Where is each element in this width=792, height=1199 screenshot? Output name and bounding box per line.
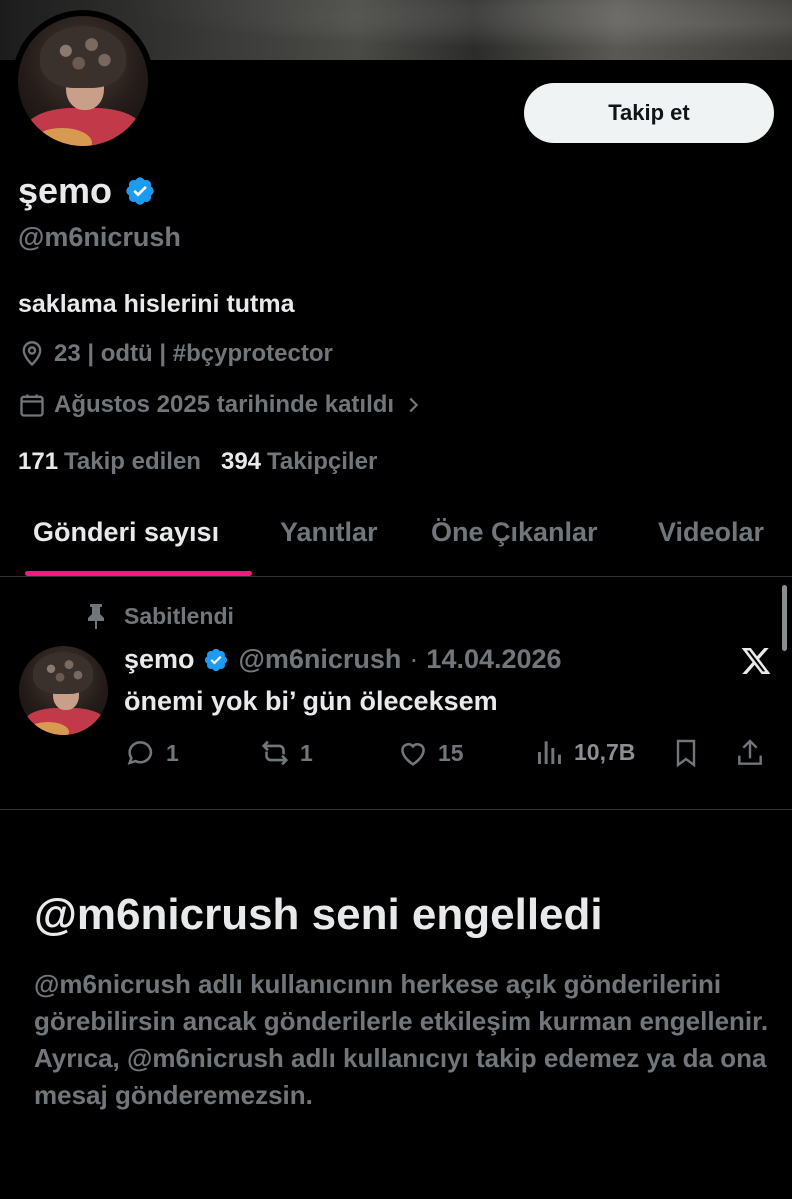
repost-count: 1 xyxy=(300,739,313,766)
followers-link[interactable]: 394 Takipçiler xyxy=(221,448,377,476)
name-row: şemo xyxy=(18,170,156,212)
share-button[interactable] xyxy=(734,736,766,770)
profile-tabs: Gönderi sayısı Yanıtlar Öne Çıkanlar Vid… xyxy=(0,505,792,577)
location-row: 23 | odtü | #bçyprotector xyxy=(18,340,333,368)
tab-posts[interactable]: Gönderi sayısı xyxy=(33,517,219,548)
post-text: önemi yok bi’ gün öleceksem xyxy=(124,686,498,716)
post-date[interactable]: 14.04.2026 xyxy=(426,644,561,675)
share-icon xyxy=(738,739,762,765)
tab-replies[interactable]: Yanıtlar xyxy=(280,517,378,548)
profile-bio: saklama hislerini tutma xyxy=(18,290,295,318)
section-divider xyxy=(0,809,792,810)
post-author-handle[interactable]: @m6nicrush xyxy=(239,644,402,675)
blocked-title: @m6nicrush seni engelledi xyxy=(34,890,603,939)
views-button[interactable]: 10,7B xyxy=(534,736,635,768)
following-label: Takip edilen xyxy=(64,448,201,475)
active-tab-indicator xyxy=(25,571,252,576)
reply-count: 1 xyxy=(166,739,179,766)
post-author-name[interactable]: şemo xyxy=(124,644,195,675)
post-avatar[interactable] xyxy=(19,646,108,735)
reply-button[interactable]: 1 xyxy=(124,736,179,770)
joined-text: Ağustos 2025 tarihinde katıldı xyxy=(54,391,395,418)
tab-highlights[interactable]: Öne Çıkanlar xyxy=(431,517,598,548)
display-name: şemo xyxy=(18,170,113,211)
views-icon xyxy=(538,741,561,764)
repost-button[interactable]: 1 xyxy=(258,736,313,770)
post-actions: 1 1 15 10,7B xyxy=(124,736,774,776)
following-link[interactable]: 171 Takip edilen xyxy=(18,448,201,476)
profile-handle: @m6nicrush xyxy=(18,222,181,252)
follow-button[interactable]: Takip et xyxy=(524,83,774,143)
pinned-label-row: Sabitlendi xyxy=(84,602,234,630)
like-button[interactable]: 15 xyxy=(396,736,464,770)
repost-icon xyxy=(261,740,289,766)
joined-row[interactable]: Ağustos 2025 tarihinde katıldı xyxy=(18,391,432,419)
followers-label: Takipçiler xyxy=(267,448,378,475)
pin-icon xyxy=(88,604,104,629)
tab-videos[interactable]: Videolar xyxy=(658,517,764,548)
separator-dot: · xyxy=(409,644,419,674)
location-pin-icon xyxy=(22,341,42,367)
verified-badge-icon xyxy=(204,648,227,671)
scrollbar[interactable] xyxy=(782,585,787,651)
reply-icon xyxy=(127,741,153,765)
verified-badge-icon xyxy=(126,177,154,205)
post-header: şemo @m6nicrush · 14.04.2026 xyxy=(124,644,562,675)
like-count: 15 xyxy=(438,739,464,766)
profile-page: Takip et şemo @m6nicrush saklama hisleri… xyxy=(0,0,792,1199)
chevron-right-icon xyxy=(409,397,419,413)
profile-avatar[interactable] xyxy=(12,10,154,152)
pinned-label: Sabitlendi xyxy=(124,602,234,629)
blocked-description: @m6nicrush adlı kullanıcının herkese açı… xyxy=(34,969,769,1110)
calendar-icon xyxy=(20,394,44,417)
bookmark-icon xyxy=(676,739,696,768)
following-count: 171 xyxy=(18,448,59,475)
location-text: 23 | odtü | #bçyprotector xyxy=(54,340,333,367)
bookmark-button[interactable] xyxy=(670,736,702,770)
like-icon xyxy=(401,743,425,766)
x-logo-icon xyxy=(741,648,771,674)
followers-count: 394 xyxy=(220,448,262,475)
follow-stats: 171 Takip edilen 394 Takipçiler xyxy=(18,448,377,476)
view-count: 10,7B xyxy=(574,738,636,765)
